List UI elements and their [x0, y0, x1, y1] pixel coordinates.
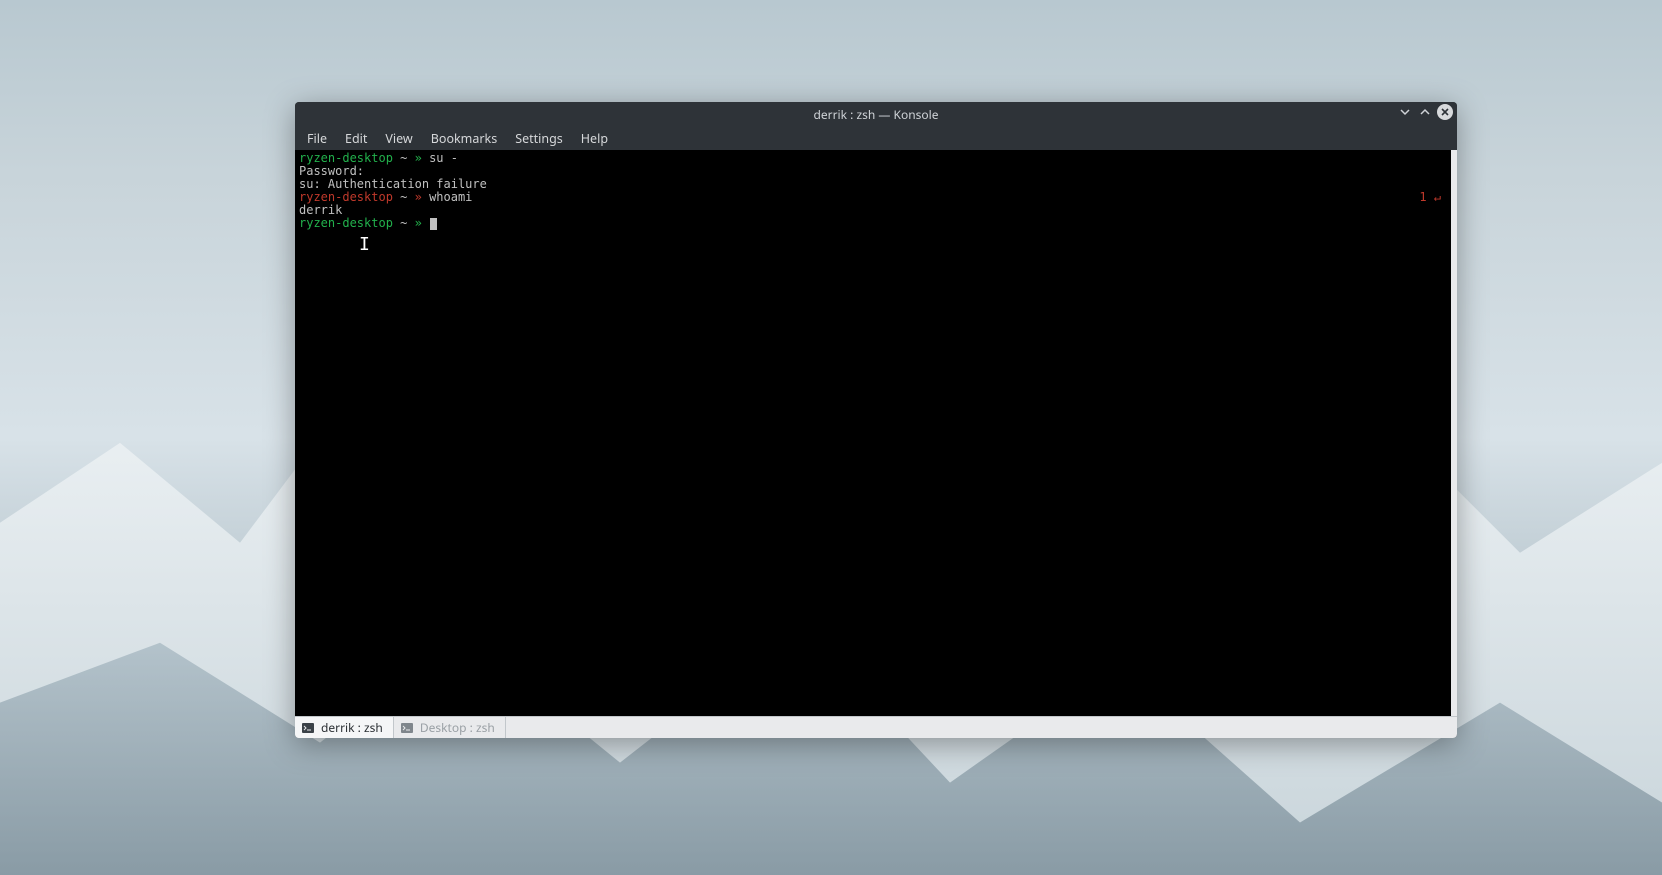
window-title: derrik : zsh — Konsole: [813, 106, 938, 123]
tab-label: derrik : zsh: [321, 719, 383, 736]
terminal-icon: [301, 721, 315, 735]
terminal-cursor: [430, 218, 437, 230]
close-button[interactable]: [1437, 104, 1453, 120]
tab-derrik-zsh[interactable]: derrik : zsh: [295, 717, 394, 738]
konsole-window: derrik : zsh — Konsole File Edit View Bo…: [295, 102, 1457, 738]
minimize-button[interactable]: [1397, 104, 1413, 120]
tab-label: Desktop : zsh: [420, 719, 495, 736]
tab-desktop-zsh[interactable]: Desktop : zsh: [394, 717, 506, 738]
terminal-line: ryzen-desktop ~ »: [299, 217, 1447, 230]
window-controls: [1397, 104, 1453, 120]
menu-help[interactable]: Help: [573, 127, 616, 150]
menu-edit[interactable]: Edit: [337, 127, 375, 150]
terminal-line: ryzen-desktop ~ » whoami1 ↵: [299, 191, 1447, 204]
menu-file[interactable]: File: [299, 127, 335, 150]
terminal-line: derrik: [299, 204, 1447, 217]
menu-settings[interactable]: Settings: [507, 127, 571, 150]
terminal-content: ryzen-desktop ~ » su -Password:su: Authe…: [299, 152, 1447, 716]
maximize-button[interactable]: [1417, 104, 1433, 120]
menubar: File Edit View Bookmarks Settings Help: [295, 126, 1457, 150]
menu-view[interactable]: View: [377, 127, 420, 150]
terminal-icon: [400, 721, 414, 735]
terminal-viewport[interactable]: ryzen-desktop ~ » su -Password:su: Authe…: [295, 150, 1451, 716]
menu-bookmarks[interactable]: Bookmarks: [423, 127, 505, 150]
terminal-line: ryzen-desktop ~ » su -: [299, 152, 1447, 165]
tabbar: derrik : zsh Desktop : zsh: [295, 716, 1457, 738]
window-titlebar[interactable]: derrik : zsh — Konsole: [295, 102, 1457, 126]
vertical-scrollbar[interactable]: [1451, 150, 1457, 716]
